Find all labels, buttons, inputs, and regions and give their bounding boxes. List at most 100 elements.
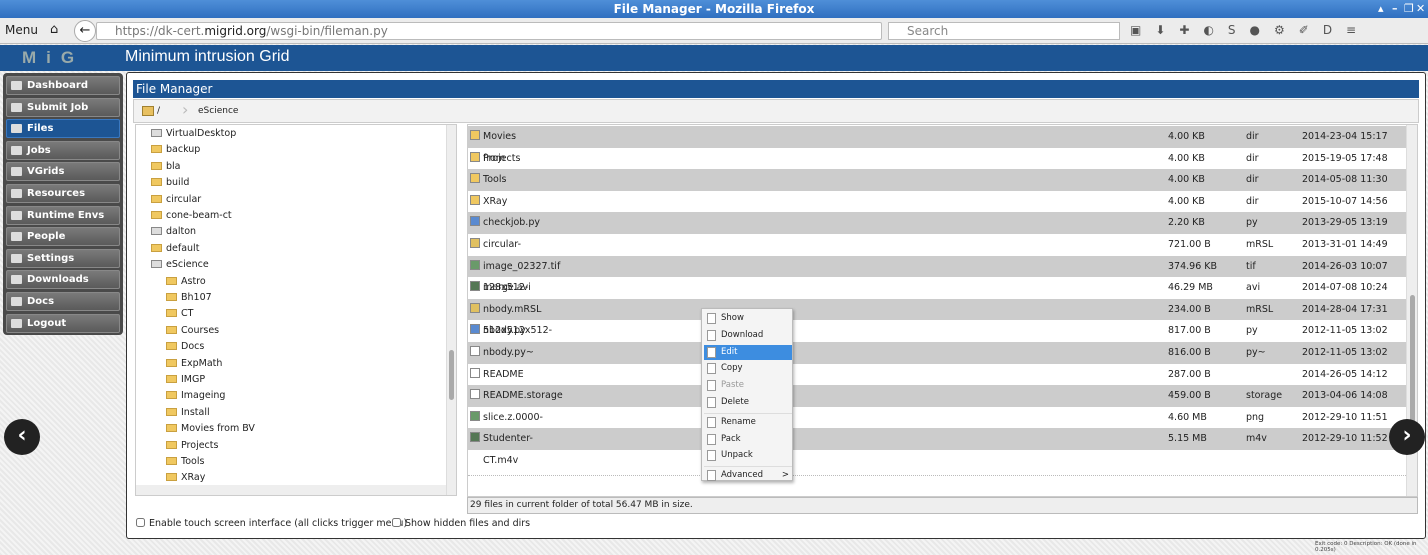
- tree-item[interactable]: default: [151, 241, 199, 257]
- tree-item[interactable]: Bh107: [166, 290, 212, 306]
- tree-item[interactable]: Astro: [166, 274, 206, 290]
- file-type: m4v: [1246, 433, 1267, 445]
- tree-item[interactable]: VirtualDesktop: [151, 126, 236, 142]
- folder-icon: [470, 151, 480, 162]
- context-menu-copy[interactable]: Copy: [704, 361, 792, 376]
- window-minimize-button[interactable]: –: [1392, 0, 1398, 18]
- tree-item[interactable]: backup: [151, 142, 200, 158]
- site-title: Minimum intrusion Grid: [125, 48, 290, 65]
- file-row[interactable]: Studenter-CT.m4v 5.15 MB m4v 2012-29-10 …: [468, 428, 1406, 466]
- file-row[interactable]: slice.z.0000-0063.png 4.60 MB png 2012-2…: [468, 407, 1406, 444]
- tree-hscrollbar[interactable]: [136, 485, 446, 495]
- file-row[interactable]: XRay 4.00 KB dir 2015-10-07 14:56: [468, 191, 1406, 213]
- context-menu-show[interactable]: Show: [704, 311, 792, 326]
- sidebar-item-dashboard[interactable]: Dashboard: [6, 76, 120, 95]
- download-icon: [11, 275, 22, 285]
- folder-icon: [166, 358, 177, 367]
- tree-item[interactable]: dalton: [151, 224, 196, 240]
- file-date: 2013-31-01 14:49: [1302, 239, 1388, 250]
- tree-item[interactable]: IMGP: [166, 372, 205, 388]
- file-row[interactable]: merge.avi 46.29 MB avi 2014-07-08 10:24: [468, 277, 1406, 299]
- tree-item[interactable]: Tools: [166, 454, 204, 470]
- file-row[interactable]: README 287.00 B 2014-26-05 14:12: [468, 364, 1406, 386]
- runtime-icon: [11, 210, 22, 220]
- hidden-option[interactable]: Show hidden files and dirs: [392, 518, 530, 529]
- file-row[interactable]: nbody.py 817.00 B py 2012-11-05 13:02: [468, 320, 1406, 342]
- file-row[interactable]: nbody.mRSL 234.00 B mRSL 2014-28-04 17:3…: [468, 298, 1406, 321]
- tree-item[interactable]: circular: [151, 192, 201, 208]
- prev-arrow-button[interactable]: ‹: [4, 419, 40, 455]
- tree-item[interactable]: XRay: [166, 470, 205, 486]
- tree-item[interactable]: Docs: [166, 339, 204, 355]
- context-menu-unpack[interactable]: Unpack: [704, 448, 792, 463]
- sidebar-item-people[interactable]: People: [6, 227, 120, 247]
- sidebar-item-resources[interactable]: Resources: [6, 183, 120, 203]
- file-date: 2013-04-06 14:08: [1302, 390, 1388, 402]
- sidebar-item-docs[interactable]: Docs: [6, 291, 120, 311]
- home-icon[interactable]: ⌂: [50, 22, 58, 37]
- hidden-checkbox[interactable]: [392, 518, 401, 527]
- context-menu-paste[interactable]: Paste: [704, 378, 792, 393]
- file-type: dir: [1246, 131, 1259, 142]
- home-folder-icon[interactable]: [142, 106, 154, 116]
- back-button[interactable]: ←: [74, 20, 96, 42]
- file-row[interactable]: Tools 4.00 KB dir 2014-05-08 11:30: [468, 169, 1406, 191]
- file-type: dir: [1246, 174, 1259, 186]
- touch-checkbox[interactable]: [136, 518, 145, 527]
- tree-item[interactable]: Movies from BV: [166, 421, 255, 437]
- context-menu-download[interactable]: Download: [704, 328, 792, 343]
- url-bar[interactable]: https://dk-cert.migrid.org/wsgi-bin/file…: [96, 22, 882, 40]
- file-row[interactable]: README.storage 459.00 B storage 2013-04-…: [468, 385, 1406, 407]
- file-row[interactable]: Movies from BV 4.00 KB dir 2014-23-04 15…: [468, 126, 1406, 185]
- window-title: File Manager - Mozilla Firefox: [613, 2, 815, 16]
- search-input[interactable]: Search: [888, 22, 1120, 40]
- file-row[interactable]: nbody.py~ 816.00 B py~ 2012-11-05 13:02: [468, 342, 1406, 364]
- site-header: MiG Minimum intrusion Grid: [0, 45, 1428, 71]
- file-row[interactable]: circular-shepp-logan-128x512-float32-512…: [468, 234, 1406, 358]
- file-row[interactable]: Projects 4.00 KB dir 2015-19-05 17:48: [468, 148, 1406, 170]
- tree-item[interactable]: Projects: [166, 438, 218, 454]
- tree-item[interactable]: cone-beam-ct: [151, 208, 232, 224]
- sidebar-item-runtime-envs[interactable]: Runtime Envs: [6, 205, 120, 225]
- tree-item[interactable]: CT: [166, 306, 193, 322]
- menu-button[interactable]: Menu: [5, 23, 38, 37]
- file-size: 287.00 B: [1168, 368, 1211, 380]
- file-type: tif: [1246, 260, 1256, 272]
- tree-scrollbar[interactable]: [446, 125, 456, 495]
- file-row[interactable]: image_02327.tif 374.96 KB tif 2014-26-03…: [468, 255, 1406, 278]
- sidebar-item-jobs[interactable]: Jobs: [6, 140, 120, 160]
- tree-item[interactable]: ExpMath: [166, 356, 222, 372]
- tree-item[interactable]: Imageing: [166, 388, 225, 404]
- tree-item[interactable]: bla: [151, 159, 181, 175]
- sidebar-item-settings[interactable]: Settings: [6, 248, 120, 268]
- context-menu-advanced[interactable]: Advanced >: [704, 468, 792, 483]
- sidebar-item-vgrids[interactable]: VGrids: [6, 162, 120, 182]
- tree-item[interactable]: Courses: [166, 323, 219, 339]
- context-menu-edit[interactable]: Edit: [704, 344, 792, 360]
- sidebar-item-downloads[interactable]: Downloads: [6, 270, 120, 290]
- file-size: 374.96 KB: [1168, 260, 1218, 272]
- file-date: 2014-28-04 17:31: [1302, 303, 1388, 315]
- tree-item[interactable]: eScience: [151, 257, 209, 273]
- context-menu-pack[interactable]: Pack: [704, 432, 792, 447]
- window-shade-button[interactable]: ▴: [1378, 0, 1384, 18]
- file-size: 4.00 KB: [1168, 195, 1205, 207]
- sidebar-item-logout[interactable]: Logout: [6, 313, 120, 333]
- window-maximize-button[interactable]: ❐: [1404, 0, 1414, 18]
- toolbar-icons[interactable]: ▣⬇✚◐S●⚙✐D≡: [1130, 23, 1370, 37]
- file-row[interactable]: checkjob.py 2.20 KB py 2013-29-05 13:19: [468, 212, 1406, 234]
- window-close-button[interactable]: ✕: [1416, 0, 1425, 18]
- sidebar-item-files[interactable]: Files: [6, 119, 120, 139]
- context-menu-rename[interactable]: Rename: [704, 415, 792, 430]
- next-arrow-button[interactable]: ›: [1389, 419, 1425, 455]
- file-size: 5.15 MB: [1168, 433, 1207, 445]
- file-size: 2.20 KB: [1168, 217, 1205, 229]
- breadcrumb-root[interactable]: /: [157, 100, 160, 122]
- context-menu-delete[interactable]: Delete: [704, 395, 792, 410]
- breadcrumb-current[interactable]: eScience: [198, 100, 238, 122]
- folder-icon: [166, 424, 177, 433]
- tree-item[interactable]: build: [151, 175, 189, 191]
- tree-item[interactable]: Install: [166, 405, 210, 421]
- sidebar-item-submit-job[interactable]: Submit Job: [6, 97, 120, 117]
- touch-option[interactable]: Enable touch screen interface (all click…: [136, 518, 407, 529]
